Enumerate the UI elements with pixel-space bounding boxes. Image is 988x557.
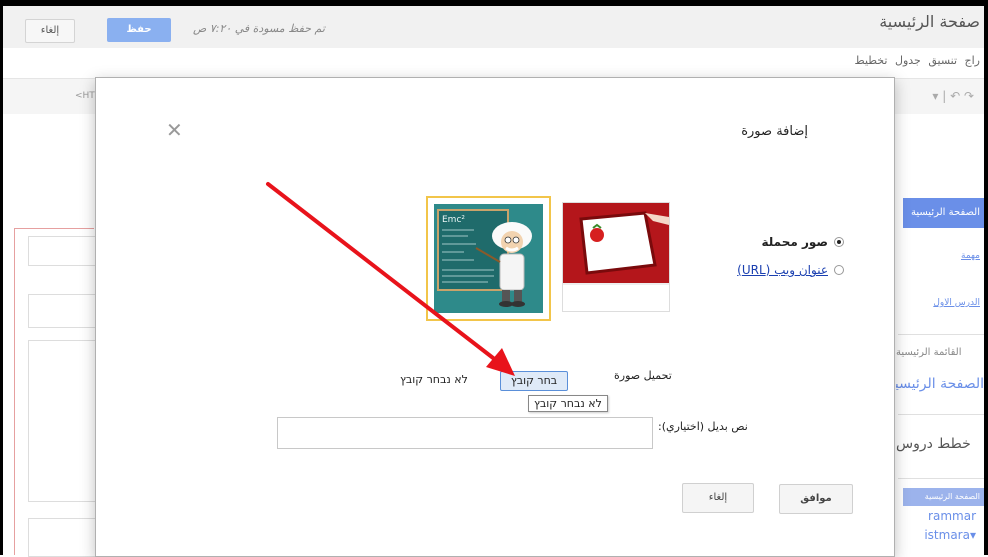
annotation-arrow xyxy=(266,182,515,376)
